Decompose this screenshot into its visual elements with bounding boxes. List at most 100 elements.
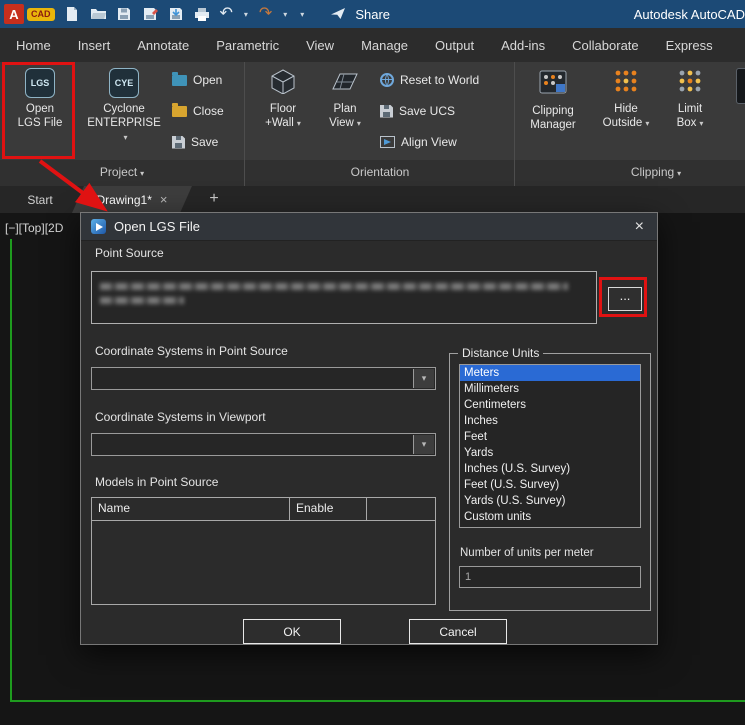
plot-icon[interactable] [194, 6, 211, 23]
close-icon[interactable]: × [635, 219, 657, 235]
tab-start[interactable]: Start [8, 186, 72, 213]
project-open-button[interactable]: Open [172, 70, 222, 90]
annotation-box-open-lgs [2, 62, 75, 159]
distance-unit-option[interactable]: Inches (U.S. Survey) [460, 461, 640, 477]
clipping-manager-button[interactable]: Clipping Manager [522, 68, 584, 132]
distance-unit-option[interactable]: Yards [460, 445, 640, 461]
export-icon[interactable] [168, 6, 185, 23]
autocad-menu-logo[interactable]: A CAD [4, 4, 55, 24]
distance-unit-option[interactable]: Yards (U.S. Survey) [460, 493, 640, 509]
viewport-controls[interactable]: [−][Top][2D [5, 221, 63, 235]
distance-unit-option[interactable]: Meters [460, 365, 640, 381]
hide-outside-button[interactable]: Hide Outside [598, 68, 654, 131]
dialog-titlebar[interactable]: Open LGS File × [81, 213, 657, 241]
save-as-icon[interactable] [142, 6, 159, 23]
button-label: Reset to World [400, 73, 479, 87]
new-tab-button[interactable]: + [204, 189, 224, 209]
button-label: Align View [401, 135, 457, 149]
point-source-field[interactable] [91, 271, 597, 324]
chevron-down-icon [645, 116, 649, 131]
share-label[interactable]: Share [355, 7, 390, 22]
align-view-icon [380, 136, 395, 148]
distance-unit-option[interactable]: Inches [460, 413, 640, 429]
share-icon[interactable] [329, 6, 346, 23]
chevron-down-icon [140, 165, 144, 179]
cyclone-dialog-icon [91, 219, 106, 234]
distance-unit-option[interactable]: Feet [460, 429, 640, 445]
tab-view[interactable]: View [306, 38, 334, 53]
label-line: Manager [530, 118, 575, 132]
floor-wall-button[interactable]: Floor +Wall [256, 68, 310, 131]
button-label: Hide Outside [603, 102, 650, 131]
tab-parametric[interactable]: Parametric [216, 38, 279, 53]
cube-icon [269, 68, 297, 98]
panel-separator [514, 62, 515, 186]
column-enable: Enable [290, 498, 367, 520]
plan-view-button[interactable]: Plan View [318, 68, 372, 131]
cyclone-enterprise-button[interactable]: CYE Cyclone ENTERPRISE [84, 68, 164, 145]
models-table-body[interactable] [92, 521, 435, 605]
tab-home[interactable]: Home [16, 38, 51, 53]
distance-unit-option[interactable]: Millimeters [460, 381, 640, 397]
cs-viewport-label: Coordinate Systems in Viewport [95, 410, 266, 424]
project-close-button[interactable]: Close [172, 101, 224, 121]
file-tab-bar: Start Drawing1* × + [0, 186, 745, 213]
align-view-button[interactable]: Align View [380, 132, 457, 152]
cs-point-source-combo[interactable] [91, 367, 436, 390]
cs-viewport-combo[interactable] [91, 433, 436, 456]
autocad-a-icon: A [4, 4, 24, 24]
units-per-meter-input[interactable]: 1 [459, 566, 641, 588]
distance-units-group: Distance Units Meters Millimeters Centim… [449, 353, 651, 611]
chevron-down-icon [123, 130, 127, 145]
units-per-meter-label: Number of units per meter [460, 547, 594, 559]
distance-unit-option[interactable]: Custom units [460, 509, 640, 525]
globe-icon [380, 73, 394, 87]
close-icon[interactable]: × [160, 192, 168, 207]
button-label: Clipping Manager [530, 104, 575, 132]
redo-dropdown-icon[interactable] [281, 10, 289, 19]
new-file-icon[interactable] [64, 6, 81, 23]
tab-annotate[interactable]: Annotate [137, 38, 189, 53]
redacted-path-line [100, 297, 184, 304]
label-line: +Wall [265, 116, 301, 131]
distance-unit-option[interactable]: Centimeters [460, 397, 640, 413]
tab-manage[interactable]: Manage [361, 38, 408, 53]
undo-icon[interactable]: ↶ [220, 6, 233, 22]
project-save-button[interactable]: Save [172, 132, 218, 152]
close-folder-icon [172, 106, 187, 117]
chevron-down-icon [699, 116, 703, 131]
chevron-down-icon[interactable] [413, 369, 434, 388]
tab-insert[interactable]: Insert [78, 38, 111, 53]
button-label: Floor +Wall [265, 102, 301, 131]
application-window: A CAD ↶ ↷ Share Autodesk AutoCAD [0, 0, 745, 725]
panel-separator [244, 62, 245, 186]
label-line: Limit [677, 102, 704, 116]
tab-drawing1[interactable]: Drawing1* × [72, 186, 192, 213]
panel-orientation[interactable]: Orientation [246, 165, 514, 179]
redo-icon[interactable]: ↷ [259, 6, 272, 22]
tab-express[interactable]: Express [666, 38, 713, 53]
ribbon-truncated-button[interactable] [730, 68, 745, 104]
open-file-icon[interactable] [90, 6, 107, 23]
reset-to-world-button[interactable]: Reset to World [380, 70, 479, 90]
ok-button[interactable]: OK [243, 619, 341, 644]
titlebar: A CAD ↶ ↷ Share Autodesk AutoCAD [0, 0, 745, 28]
button-label: Cyclone ENTERPRISE [84, 102, 164, 145]
point-source-label: Point Source [95, 246, 164, 260]
chevron-down-icon [677, 165, 681, 179]
cyclone-enterprise-icon: CYE [109, 68, 139, 98]
undo-dropdown-icon[interactable] [242, 10, 250, 19]
cancel-button[interactable]: Cancel [409, 619, 507, 644]
chevron-down-icon[interactable] [413, 435, 434, 454]
panel-clipping[interactable]: Clipping [516, 165, 745, 179]
workspace-dropdown-icon[interactable] [298, 10, 306, 19]
limit-box-button[interactable]: Limit Box [664, 68, 716, 131]
tab-add-ins[interactable]: Add-ins [501, 38, 545, 53]
tab-output[interactable]: Output [435, 38, 474, 53]
save-ucs-button[interactable]: Save UCS [380, 101, 455, 121]
distance-unit-option[interactable]: Feet (U.S. Survey) [460, 477, 640, 493]
tab-collaborate[interactable]: Collaborate [572, 38, 639, 53]
panel-project[interactable]: Project [0, 165, 244, 179]
distance-units-listbox[interactable]: Meters Millimeters Centimeters Inches Fe… [459, 364, 641, 528]
save-icon[interactable] [116, 6, 133, 23]
